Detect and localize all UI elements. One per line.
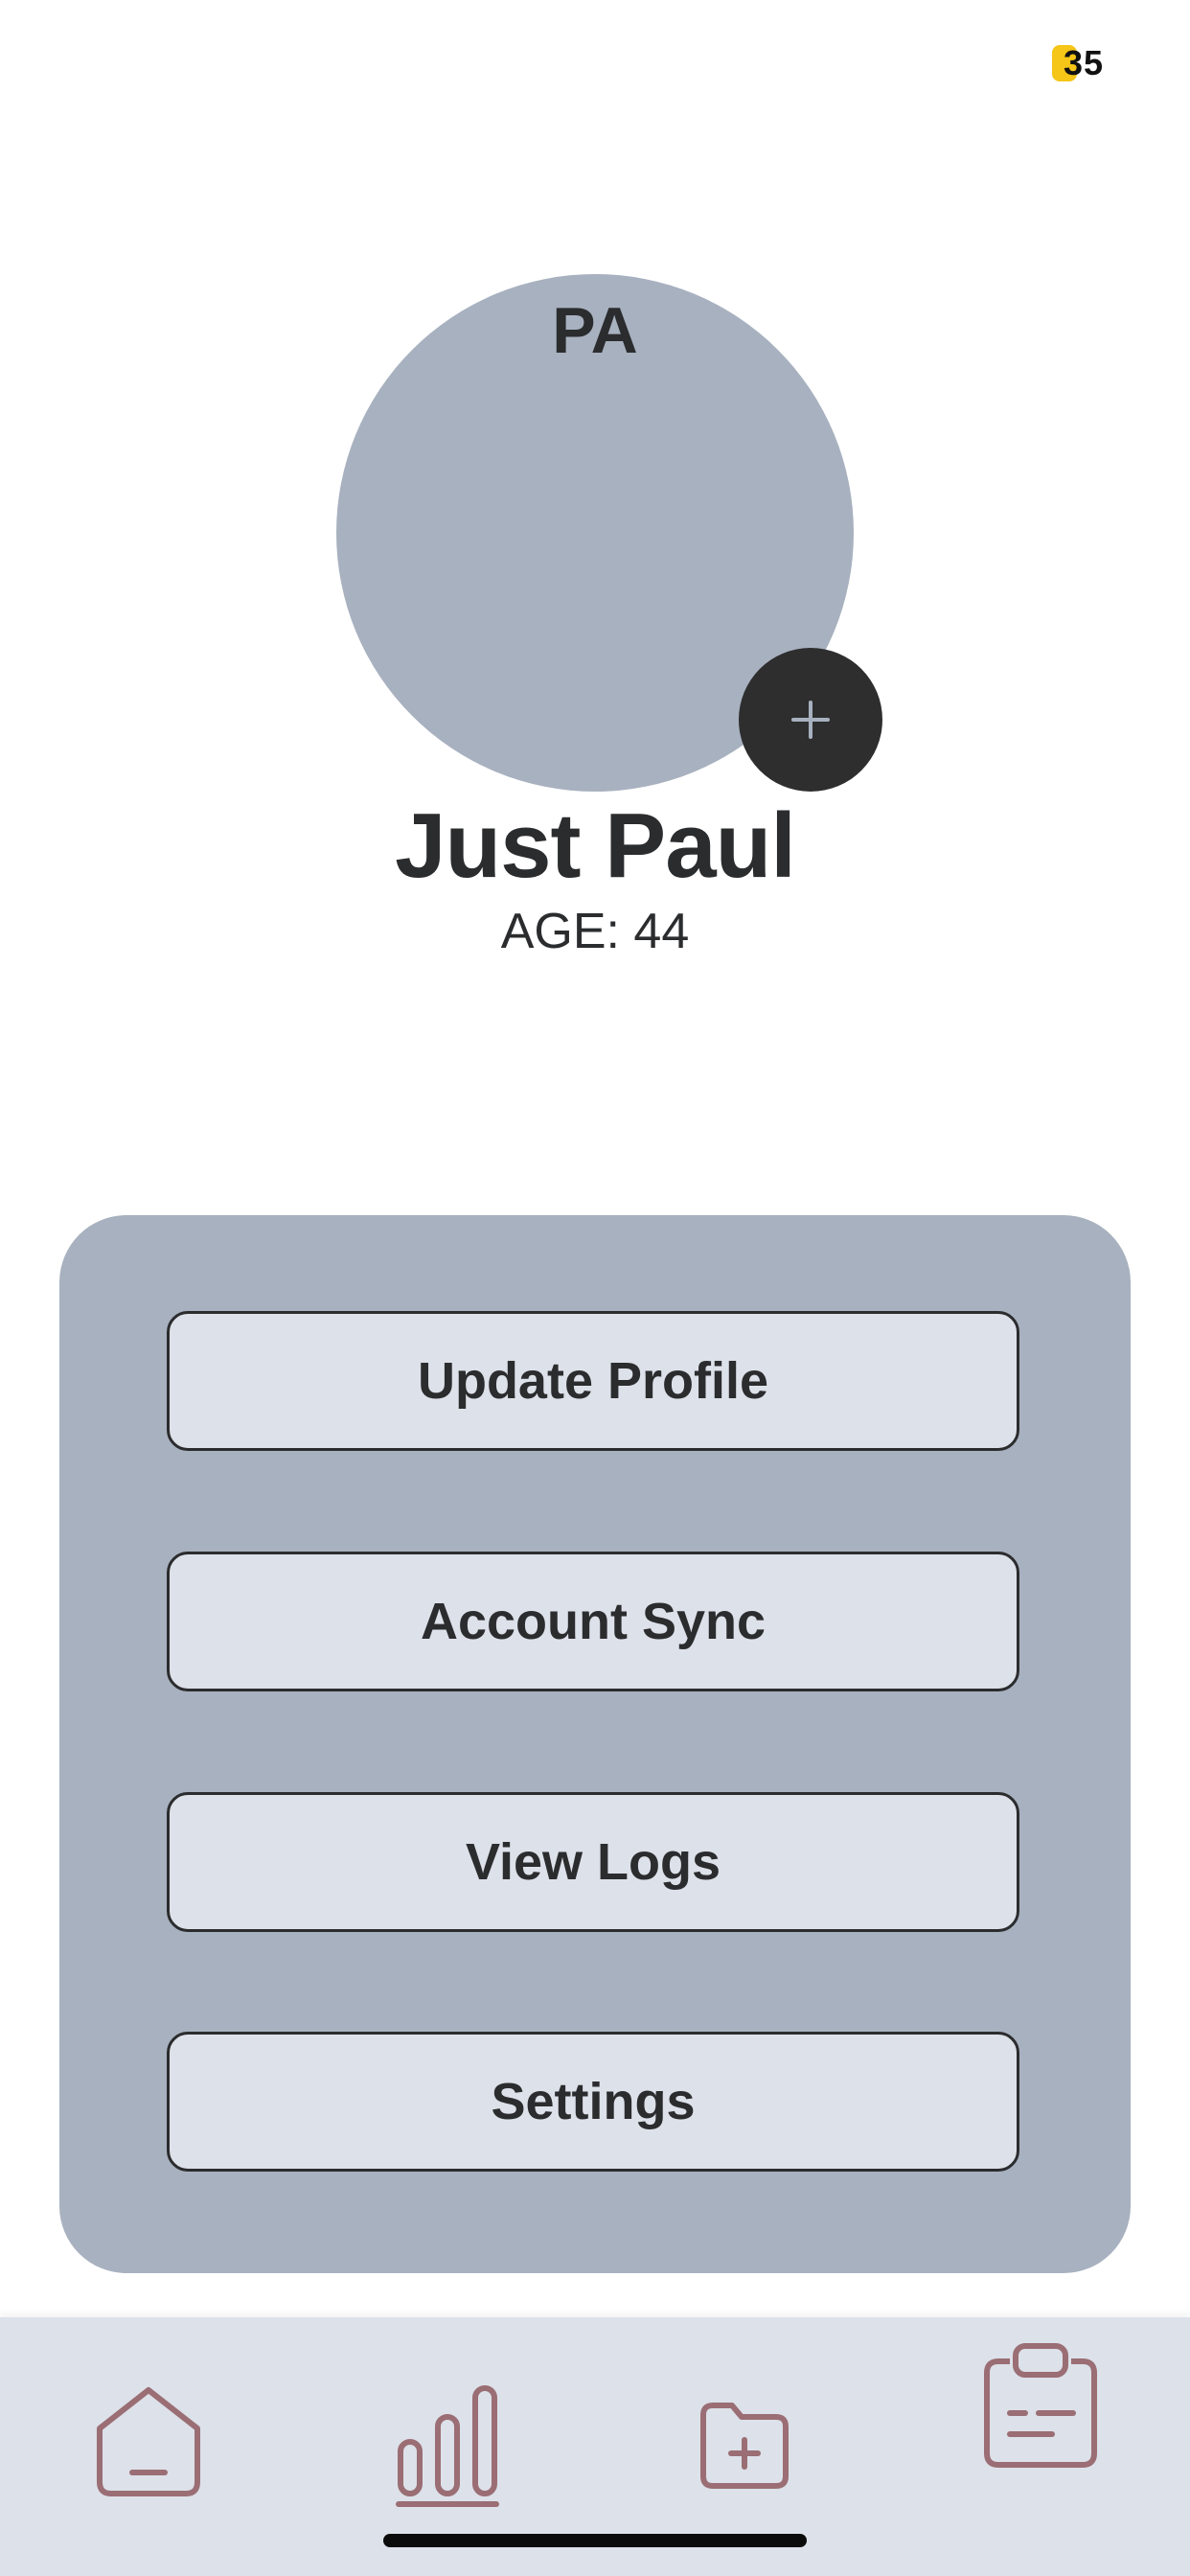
account-sync-button[interactable]: Account Sync [167, 1552, 1019, 1691]
profile-name: Just Paul [395, 794, 796, 897]
settings-button[interactable]: Settings [167, 2032, 1019, 2172]
view-logs-button[interactable]: View Logs [167, 1792, 1019, 1932]
tab-home[interactable] [92, 2382, 205, 2503]
profile-screen: 35 PA Just Paul AGE: 44 Update Profile A… [0, 0, 1190, 2576]
home-icon [97, 2387, 200, 2496]
profile-age: AGE: 44 [500, 904, 690, 959]
plus-icon [791, 701, 830, 739]
tab-clipboard[interactable] [981, 2340, 1100, 2471]
update-profile-button[interactable]: Update Profile [167, 1311, 1019, 1451]
home-indicator[interactable] [383, 2534, 807, 2547]
add-photo-button[interactable] [739, 648, 882, 792]
tab-add-folder[interactable] [698, 2398, 791, 2494]
status-badge: 35 [1052, 43, 1105, 82]
action-panel: Update Profile Account Sync View Logs Se… [59, 1215, 1131, 2273]
badge-number: 35 [1064, 43, 1105, 82]
clipboard-icon [984, 2343, 1097, 2468]
avatar-initials: PA [552, 294, 638, 367]
tab-stats[interactable] [395, 2382, 500, 2509]
folder-add-icon [700, 2403, 789, 2489]
bar-chart-icon [396, 2385, 499, 2507]
